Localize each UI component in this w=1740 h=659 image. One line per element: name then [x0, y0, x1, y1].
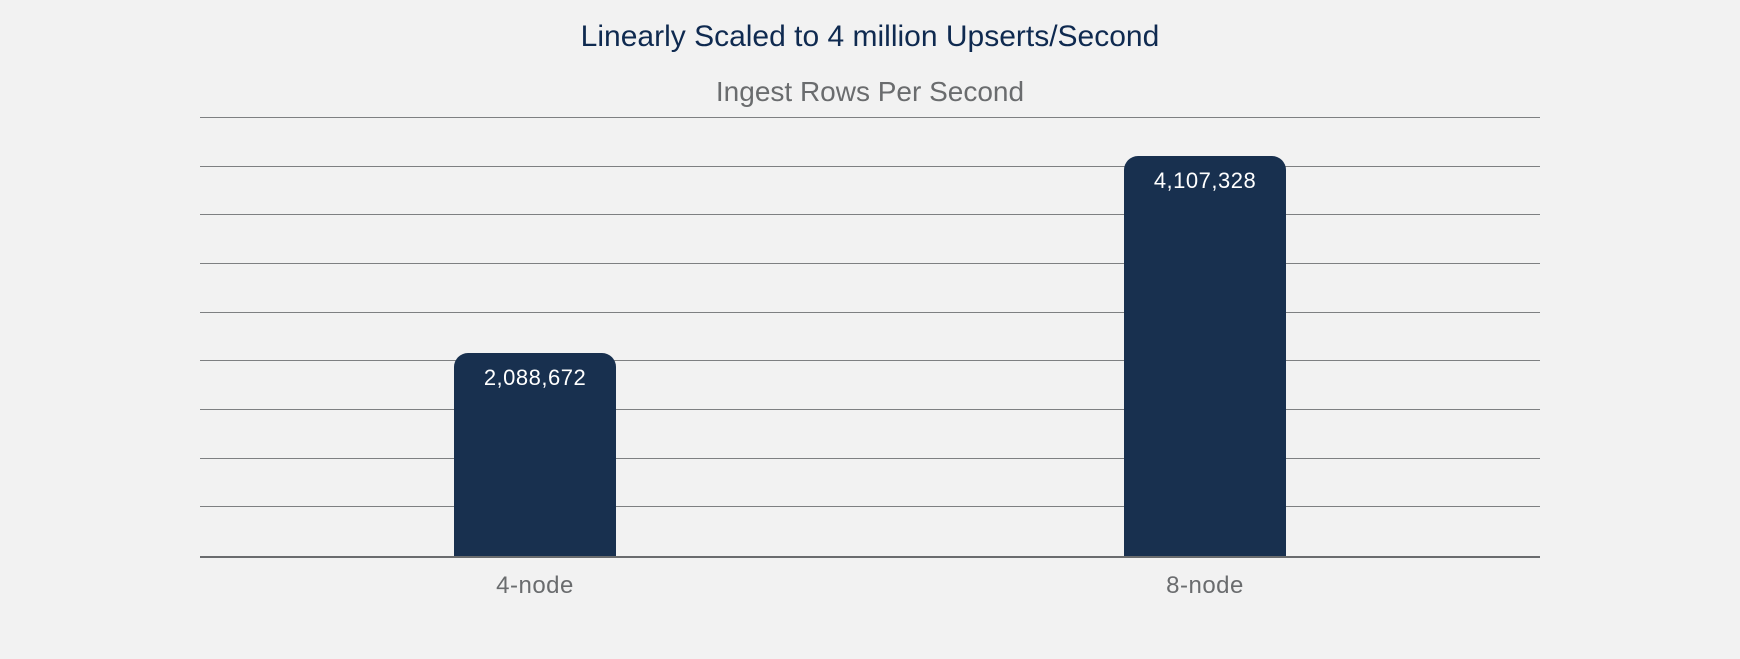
bar: 4,107,328 [1124, 156, 1286, 556]
chart-title: Linearly Scaled to 4 million Upserts/Sec… [200, 20, 1540, 54]
bar-value-label: 2,088,672 [454, 365, 616, 391]
x-axis: 4-node8-node [200, 572, 1540, 600]
bars-layer: 2,088,672 4,107,328 [200, 118, 1540, 556]
bar: 2,088,672 [454, 353, 616, 556]
bar-slot: 4,107,328 [870, 118, 1540, 556]
x-tick-label: 8-node [870, 572, 1540, 600]
bar-slot: 2,088,672 [200, 118, 870, 556]
bar-value-label: 4,107,328 [1124, 168, 1286, 194]
chart-subtitle: Ingest Rows Per Second [200, 76, 1540, 108]
chart-container: Linearly Scaled to 4 million Upserts/Sec… [200, 20, 1540, 600]
x-tick-label: 4-node [200, 572, 870, 600]
plot-area: 2,088,672 4,107,328 [200, 118, 1540, 558]
